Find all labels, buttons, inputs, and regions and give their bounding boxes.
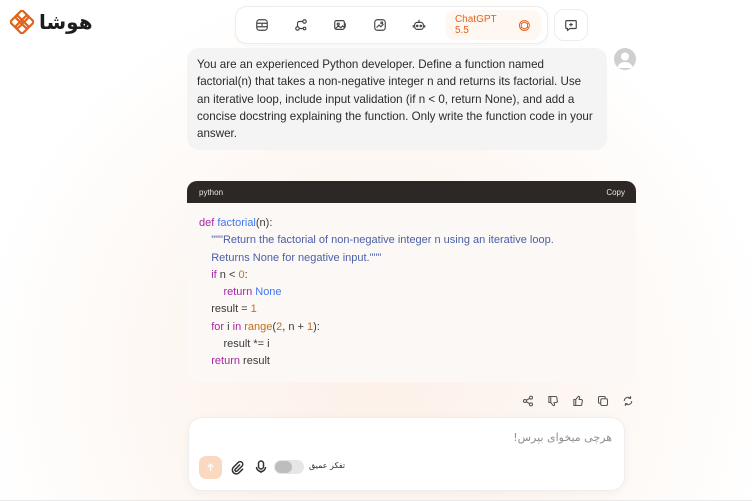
code-block-header: python Copy — [187, 181, 636, 203]
code-line: result *= i — [199, 338, 270, 351]
message-input[interactable] — [232, 428, 612, 446]
code-line: Returns None for negative input.""" — [199, 251, 382, 264]
share-icon[interactable] — [518, 392, 537, 410]
archive-icon[interactable] — [242, 10, 281, 40]
image-gallery-icon[interactable] — [321, 10, 360, 40]
workflow-icon[interactable] — [281, 10, 320, 40]
thumbs-up-icon[interactable] — [568, 392, 587, 410]
model-selector[interactable]: ChatGPT 5.5 — [444, 10, 541, 40]
copy-icon[interactable] — [593, 392, 612, 410]
code-line: def factorial(n): — [199, 217, 273, 229]
new-chat-button[interactable] — [554, 9, 588, 41]
code-line: """Return the factorial of non-negative … — [199, 234, 554, 247]
user-message: You are an experienced Python developer.… — [187, 48, 607, 150]
model-label: ChatGPT 5.5 — [454, 14, 497, 36]
user-icon — [617, 52, 633, 68]
user-avatar — [614, 48, 636, 70]
new-chat-icon — [565, 20, 577, 32]
deep-think-toggle[interactable] — [274, 460, 304, 474]
attach-icon[interactable] — [229, 459, 245, 475]
deep-think-label: تفکر عمیق — [309, 461, 346, 470]
message-actions — [518, 392, 637, 410]
code-line: return result — [211, 355, 270, 368]
arrow-up-icon — [207, 463, 214, 471]
send-button[interactable] — [199, 456, 222, 479]
image-edit-icon[interactable] — [360, 10, 399, 40]
copy-code-button[interactable]: Copy — [606, 188, 625, 197]
code-language-label: python — [199, 187, 224, 197]
openai-icon — [519, 19, 531, 31]
code-line: return None — [223, 286, 282, 299]
code-block: python Copy def factorial(n): """Return … — [187, 181, 636, 382]
regenerate-icon[interactable] — [618, 392, 637, 410]
microphone-icon[interactable] — [253, 459, 269, 475]
code-line: result = 1 — [199, 303, 257, 316]
code-content: def factorial(n): """Return the factoria… — [187, 203, 636, 382]
code-line: for i in range(2, n + 1): — [211, 320, 320, 333]
brand-name: هوشا — [39, 10, 93, 34]
robot-icon[interactable] — [400, 10, 439, 40]
code-line: if n < 0: — [211, 268, 248, 281]
toggle-knob — [275, 461, 292, 473]
logo-icon — [10, 10, 34, 34]
brand-logo[interactable]: هوشا — [10, 10, 93, 34]
thumbs-down-icon[interactable] — [543, 392, 562, 410]
top-toolbar: ChatGPT 5.5 — [235, 6, 548, 44]
message-composer: تفکر عمیق — [188, 417, 625, 491]
